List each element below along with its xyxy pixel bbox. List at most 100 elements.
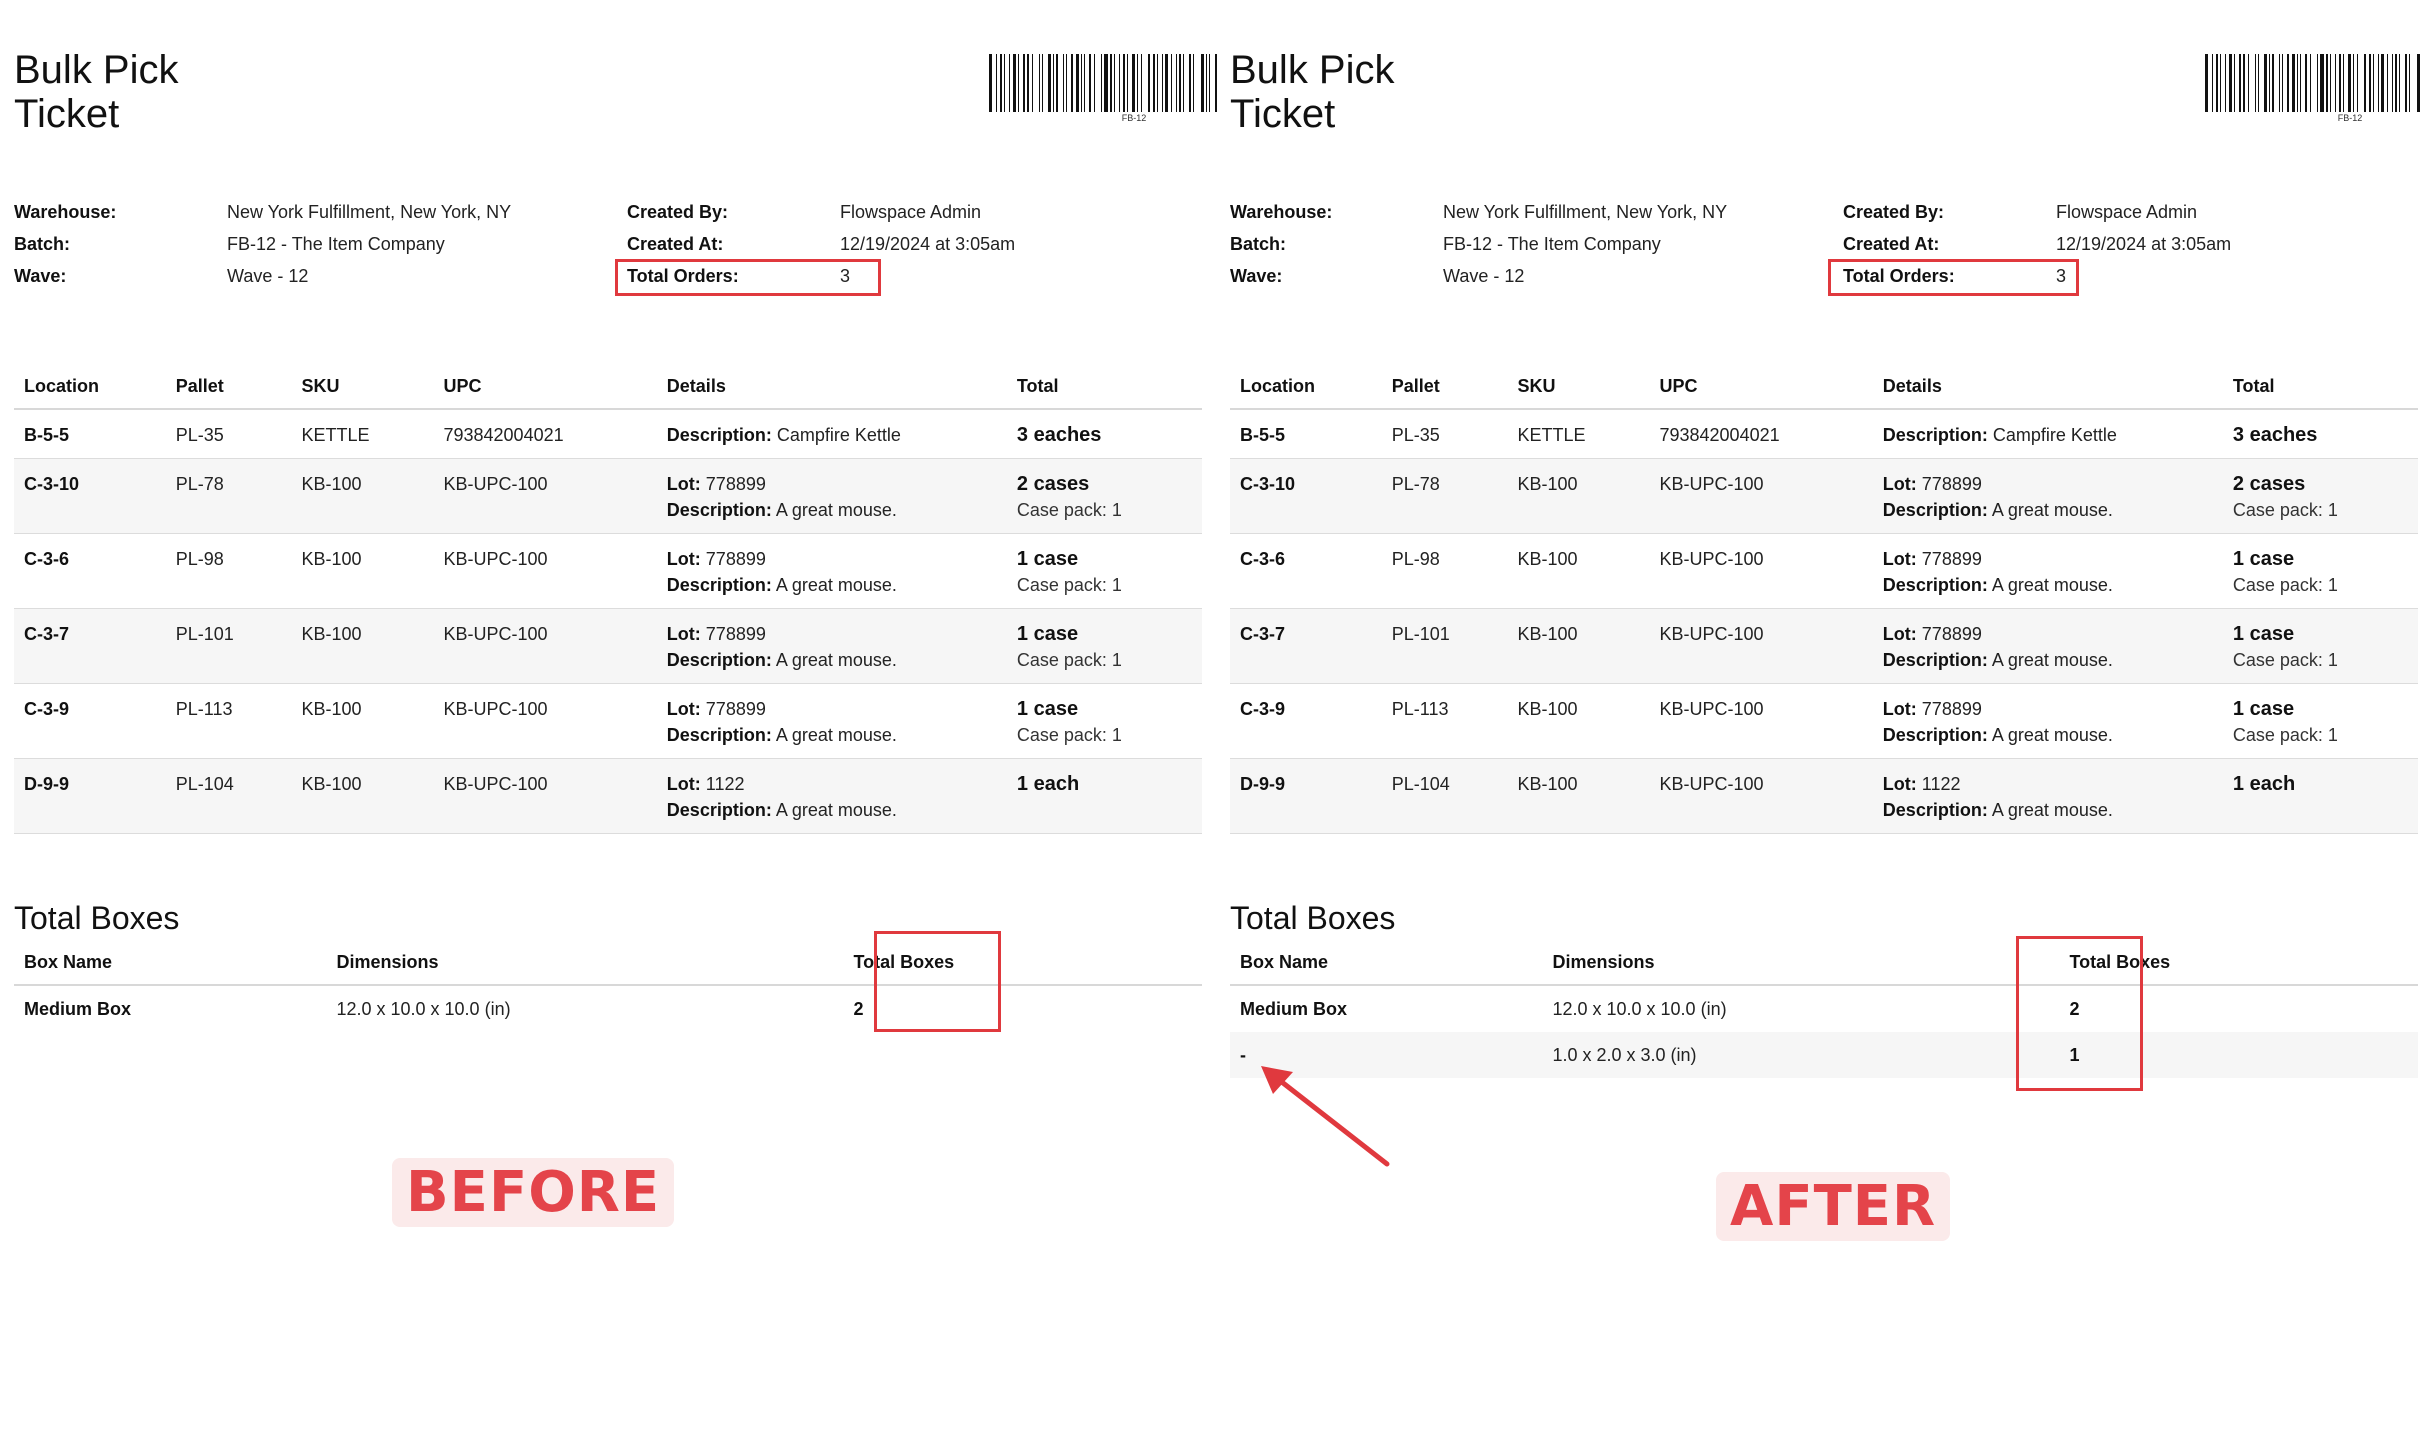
barcode-text: FB-12 [2337,113,2363,123]
boxes-title: Total Boxes [1230,900,1396,936]
barcode-bar [2356,54,2358,112]
box-column-header: Dimensions [1542,940,2060,986]
barcode-bar [1065,54,1067,112]
lot-label: Lot: [666,474,701,494]
barcode-bar [2416,54,2420,112]
description-label: Description: [666,575,772,595]
barcode-bar [2364,54,2367,112]
column-header: UPC [1649,364,1873,410]
pallet-cell: PL-104 [165,758,292,834]
details-cell: Lot: 778899 Description: A great mouse. [656,608,1007,684]
sku-cell: KB-100 [291,458,434,534]
barcode-bar [2409,54,2411,112]
barcode-bar [1093,54,1095,112]
sku-cell: KETTLE [291,409,434,459]
barcode-bar [2269,54,2271,112]
boxes-body: Medium Box 12.0 x 10.0 x 10.0 (in) 2 [14,985,1202,1032]
lot-value: 778899 [1921,624,1982,644]
meta-row-wave: Wave: Wave - 12 [1230,265,1830,297]
pallet-cell: PL-35 [1381,409,1508,459]
meta-label: Warehouse: [1230,202,1333,222]
lot-label: Lot: [666,624,701,644]
barcode-bar [2329,54,2331,112]
barcode-bar [1193,54,1195,112]
barcode-bar [2399,54,2401,112]
barcode-bar [1140,54,1142,112]
barcode-bar [2368,54,2371,112]
box-name-cell: Medium Box [1240,998,1348,1019]
page-title: Bulk Pick Ticket [1230,48,1530,136]
lot-value: 1122 [705,774,745,794]
table-row: B-5-5 PL-35 KETTLE 793842004021 Description:… [14,409,1202,459]
barcode-bar [2296,54,2298,112]
boxes-header-row: Box Name Dimensions Total Boxes [14,940,1202,986]
boxes-table: Box Name Dimensions Total Boxes Medium Box… [1230,940,2418,1078]
meta-value: 12/19/2024 at 3:05am [2056,234,2232,254]
column-header: Details [656,364,1007,410]
barcode-bar [2320,54,2324,112]
barcode-bar [2263,54,2267,112]
pallet-cell: PL-35 [165,409,292,459]
lot-line: Lot: 778899 [667,471,1007,497]
lot-label: Lot: [666,699,701,719]
before-label: BEFORE [392,1158,675,1227]
barcode-bar [1156,54,1158,112]
description-value: A great mouse. [1991,800,2113,820]
total-cell: 2 cases Case pack: 1 [1006,458,1202,534]
total-value: 1 case [2232,698,2295,720]
barcode-bar [1075,54,1079,112]
barcode-bar [1132,54,1136,112]
location-cell: C-3-6 [14,533,166,609]
total-cell: 2 cases Case pack: 1 [2222,458,2418,534]
total-value: 1 each [1016,773,1080,795]
lot-label: Lot: [1882,624,1917,644]
column-header: Location [1230,364,1382,410]
barcode-bar [2243,54,2246,112]
barcode-bar [1176,54,1178,112]
pallet-cell: PL-98 [1381,533,1508,609]
lot-label: Lot: [666,549,701,569]
box-name-cell: Medium Box [24,998,132,1019]
details-cell: Description: Campfire Kettle [656,409,1007,459]
description-line: Description: A great mouse. [667,572,1007,598]
meta-label: Batch: [14,234,71,254]
details-cell: Lot: 778899 Description: A great mouse. [656,533,1007,609]
meta-value: FB-12 - The Item Company [227,234,445,254]
lot-label: Lot: [1882,549,1917,569]
box-dimensions-cell: 1.0 x 2.0 x 3.0 (in) [1542,1032,2060,1078]
meta-label: Created By: [627,202,729,222]
barcode-bar [1101,54,1103,112]
meta-label: Wave: [14,266,67,286]
lot-line: Lot: 778899 [667,546,1007,572]
table-row: C-3-9 PL-113 KB-100 KB-UPC-100 Lot: 778899 De… [1230,683,2418,759]
description-label: Description: [666,500,772,520]
upc-cell: KB-UPC-100 [1649,458,1873,534]
sku-cell: KB-100 [291,758,434,834]
description-value: A great mouse. [775,500,897,520]
table-row: B-5-5 PL-35 KETTLE 793842004021 Description:… [1230,409,2418,459]
column-header: Location [14,364,166,410]
lot-value: 778899 [705,474,766,494]
total-cell: 1 case Case pack: 1 [2222,533,2418,609]
barcode-bar [2338,54,2341,112]
barcode-bar [1039,54,1041,112]
meta-row-wave: Wave: Wave - 12 [14,265,614,297]
total-value: 3 eaches [2232,424,2318,446]
description-label: Description: [1882,575,1988,595]
page-title: Bulk Pick Ticket [14,48,314,136]
barcode-bar [1148,54,1151,112]
description-value: A great mouse. [775,650,897,670]
barcode-bar [1023,54,1026,112]
total-value: 3 eaches [1016,424,1102,446]
description-label: Description: [666,725,772,745]
case-pack: Case pack: 1 [2232,725,2338,745]
box-column-header: Box Name [14,940,327,986]
after-label: AFTER [1716,1172,1951,1241]
total-orders-highlight [1828,259,2079,296]
meta-label: Wave: [1230,266,1283,286]
lot-line: Lot: 778899 [1883,621,2223,647]
pallet-cell: PL-98 [165,533,292,609]
total-cell: 3 eaches [1006,409,1202,459]
table-row: C-3-10 PL-78 KB-100 KB-UPC-100 Lot: 778899 De… [1230,458,2418,534]
barcode-bar [1071,54,1074,112]
